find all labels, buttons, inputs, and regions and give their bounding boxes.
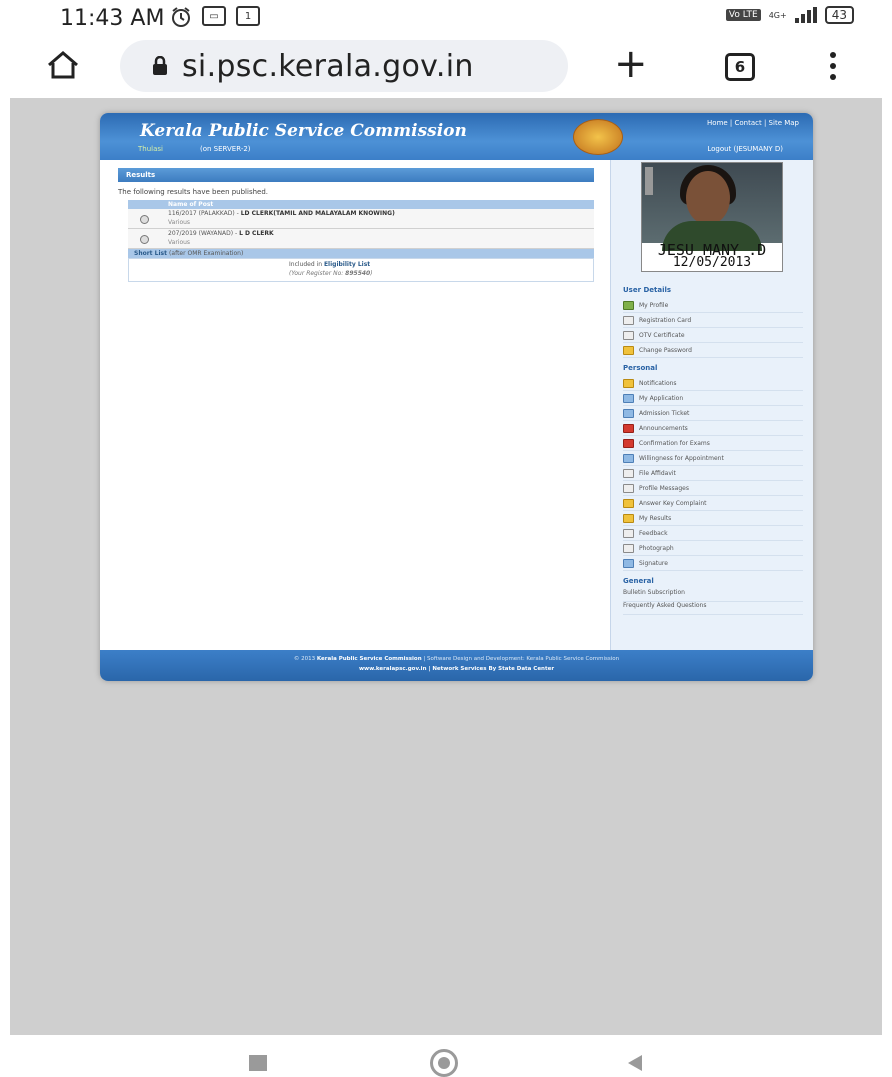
status-bar: 11:43 AM ▭ 1 Vo LTE 4G+ 43 — [0, 0, 892, 36]
user-sidebar: JESU MANY .D 12/05/2013 User Details My … — [610, 160, 813, 650]
status-notification-icons: ▭ 1 — [170, 6, 260, 28]
sidebar-item-faq[interactable]: Frequently Asked Questions — [623, 602, 803, 615]
sidebar-item-change-password[interactable]: Change Password — [623, 343, 803, 358]
notification-icon — [623, 378, 634, 388]
megaphone-icon — [623, 423, 634, 433]
photo-date-label: 12/05/2013 — [672, 255, 752, 270]
table-row[interactable]: 116/2017 (PALAKKAD) - LD CLERK(TAMIL AND… — [128, 209, 594, 229]
messenger-icon: ▭ — [202, 6, 226, 26]
home-button[interactable] — [430, 1049, 458, 1077]
battery-level: 43 — [824, 6, 854, 24]
alarm-icon — [172, 7, 190, 27]
key-icon — [623, 345, 634, 355]
home-icon[interactable] — [46, 50, 80, 80]
affidavit-icon — [623, 468, 634, 478]
logout-link[interactable]: Logout (JESUMANY D) — [707, 145, 783, 153]
back-button[interactable] — [628, 1055, 642, 1071]
url-text: si.psc.kerala.gov.in — [182, 48, 474, 84]
signal-icon — [794, 7, 817, 23]
address-bar[interactable]: si.psc.kerala.gov.in — [120, 40, 568, 92]
status-time: 11:43 AM — [60, 6, 165, 31]
recent-apps-button[interactable] — [249, 1055, 267, 1071]
sidebar-item-bulletin-subscription[interactable]: Bulletin Subscription — [623, 589, 803, 602]
page-viewport: Kerala Public Service Commission Thulasi… — [10, 98, 882, 1035]
shortlist-header: Short List (after OMR Examination) — [128, 249, 594, 258]
post-name: LD CLERK(TAMIL AND MALAYALAM KNOWING) — [240, 210, 395, 217]
pencil-icon — [623, 498, 634, 508]
sidebar-item-answer-key-complaint[interactable]: Answer Key Complaint — [623, 496, 803, 511]
sidebar-item-announcements[interactable]: Announcements — [623, 421, 803, 436]
confirmation-icon — [623, 438, 634, 448]
kerala-emblem-icon — [573, 119, 623, 155]
post-name: L D CLERK — [239, 230, 274, 237]
sidebar-item-my-results[interactable]: My Results — [623, 511, 803, 526]
message-icon — [623, 483, 634, 493]
lock-icon — [153, 56, 167, 75]
card-icon — [623, 315, 634, 325]
profile-icon — [623, 300, 634, 310]
shortlist-result: Included in Eligibility List (Your Regis… — [128, 258, 594, 282]
more-menu-icon[interactable] — [830, 52, 836, 80]
tab-switcher-button[interactable]: 6 — [725, 53, 755, 81]
sidebar-item-admission-ticket[interactable]: Admission Ticket — [623, 406, 803, 421]
results-heading: Results — [118, 168, 594, 182]
volte-icon: Vo LTE — [725, 9, 761, 21]
personal-heading: Personal — [623, 364, 658, 372]
footer-links[interactable]: www.keralapsc.gov.in | Network Services … — [100, 666, 813, 672]
ticket-icon — [623, 408, 634, 418]
sidebar-item-my-application[interactable]: My Application — [623, 391, 803, 406]
sidebar-item-confirmation-for-exams[interactable]: Confirmation for Exams — [623, 436, 803, 451]
willingness-icon — [623, 453, 634, 463]
certificate-icon — [623, 330, 634, 340]
expand-icon[interactable] — [140, 215, 149, 224]
register-number: (Your Register No: 895540) — [289, 270, 373, 277]
calendar-icon: 1 — [236, 6, 260, 26]
results-column-header: Name of Post — [128, 200, 594, 209]
photo-icon — [623, 543, 634, 553]
user-details-heading: User Details — [623, 286, 672, 294]
feedback-icon — [623, 528, 634, 538]
profile-photo: JESU MANY .D 12/05/2013 — [641, 162, 783, 272]
sidebar-item-photograph[interactable]: Photograph — [623, 541, 803, 556]
network-type: 4G+ — [768, 10, 787, 20]
signature-icon — [623, 558, 634, 568]
sidebar-item-signature[interactable]: Signature — [623, 556, 803, 571]
application-icon — [623, 393, 634, 403]
general-heading: General — [623, 577, 654, 585]
results-table: Name of Post 116/2017 (PALAKKAD) - LD CL… — [128, 200, 594, 282]
server-label: (on SERVER-2) — [200, 145, 251, 153]
expand-icon[interactable] — [140, 235, 149, 244]
post-district: Various — [168, 239, 191, 246]
sidebar-item-feedback[interactable]: Feedback — [623, 526, 803, 541]
browser-toolbar: si.psc.kerala.gov.in + 6 — [0, 36, 892, 98]
site-header: Kerala Public Service Commission Thulasi… — [100, 113, 813, 160]
sidebar-item-otv-certificate[interactable]: OTV Certificate — [623, 328, 803, 343]
post-district: Various — [168, 219, 191, 226]
sidebar-item-willingness-for-appointment[interactable]: Willingness for Appointment — [623, 451, 803, 466]
results-intro: The following results have been publishe… — [118, 188, 269, 196]
header-links[interactable]: Home | Contact | Site Map — [707, 119, 799, 127]
android-nav-bar — [0, 1035, 892, 1077]
sidebar-item-file-affidavit[interactable]: File Affidavit — [623, 466, 803, 481]
sidebar-item-my-profile[interactable]: My Profile — [623, 298, 803, 313]
eligibility-list-label: Eligibility List — [323, 261, 371, 268]
new-tab-button[interactable]: + — [614, 44, 648, 84]
sidebar-item-notifications[interactable]: Notifications — [623, 376, 803, 391]
table-row[interactable]: 207/2019 (WAYANAD) - L D CLERK Various — [128, 229, 594, 249]
results-content: Results The following results have been … — [100, 160, 610, 650]
results-icon — [623, 513, 634, 523]
footer-copyright: © 2013 Kerala Public Service Commission … — [293, 656, 620, 662]
status-system-icons: Vo LTE 4G+ 43 — [725, 6, 854, 24]
site-footer: © 2013 Kerala Public Service Commission … — [100, 650, 813, 681]
thulasi-logo: Thulasi — [138, 145, 163, 153]
sidebar-item-profile-messages[interactable]: Profile Messages — [623, 481, 803, 496]
psc-page: Kerala Public Service Commission Thulasi… — [100, 113, 813, 681]
site-title: Kerala Public Service Commission — [140, 121, 467, 141]
sidebar-item-registration-card[interactable]: Registration Card — [623, 313, 803, 328]
